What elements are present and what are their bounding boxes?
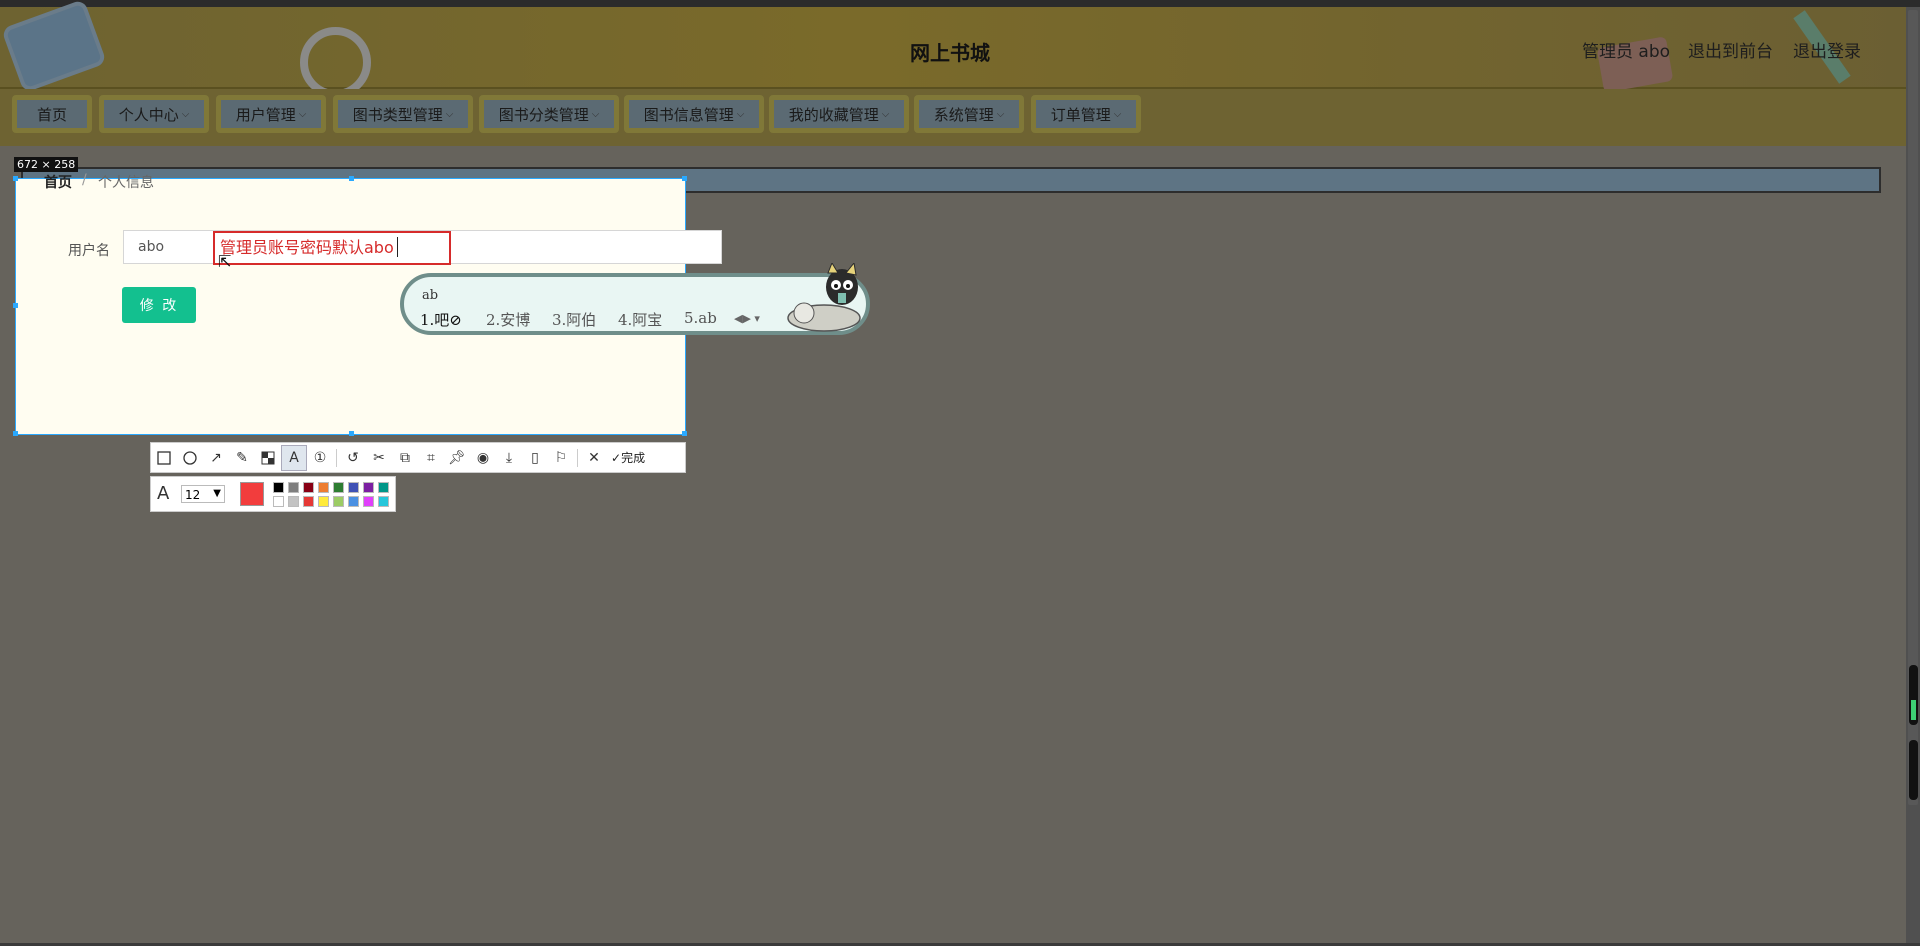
breadcrumb-current: 个人信息 <box>98 175 154 191</box>
selection-handle[interactable] <box>13 303 18 308</box>
mouse-pointer-icon: ⇱ <box>218 252 232 271</box>
selection-handle[interactable] <box>349 176 354 181</box>
breadcrumb-home[interactable]: 首页 <box>44 172 72 192</box>
chevron-down-icon: ⌵ <box>1113 108 1122 120</box>
chevron-down-icon: ⌵ <box>445 108 454 120</box>
ime-candidate[interactable]: 5.ab <box>684 309 717 327</box>
main-nav: 首页 个人中心 ⌵ 用户管理 ⌵ 图书类型管理 ⌵ 图书分类管理 ⌵ 图书信息管理 ⌵ 我… <box>0 89 1906 146</box>
rectangle-icon[interactable] <box>151 445 177 471</box>
side-widget[interactable] <box>1909 740 1918 800</box>
ime-candidate[interactable]: 4.阿宝 <box>618 309 662 330</box>
ime-candidate-window: ab 1.吧⊘ 2.安博 3.阿伯 4.阿宝 5.ab ◀▶ ▾ <box>400 263 870 335</box>
selection-handle[interactable] <box>349 431 354 436</box>
chevron-down-icon: ⌵ <box>736 108 745 120</box>
color-swatch[interactable] <box>318 482 329 493</box>
toolbar-divider <box>336 448 337 467</box>
bookmark-icon[interactable]: ⚐ <box>548 445 574 471</box>
chevron-down-icon: ⌵ <box>298 108 307 120</box>
window-top-border <box>0 0 1920 7</box>
modify-button[interactable]: 修 改 <box>122 287 196 323</box>
color-swatch[interactable] <box>363 482 374 493</box>
nav-item-book-info-management[interactable]: 图书信息管理 ⌵ <box>624 95 764 133</box>
text-icon[interactable]: A <box>281 444 307 471</box>
arrow-icon[interactable]: ↗ <box>203 445 229 471</box>
color-swatch[interactable] <box>288 496 299 507</box>
ime-page-arrows-icon[interactable]: ◀▶ ▾ <box>734 312 760 325</box>
chevron-down-icon: ⌵ <box>181 108 190 120</box>
breadcrumb-separator: / <box>82 172 87 188</box>
logout-link[interactable]: 退出登录 <box>1793 37 1861 62</box>
nav-item-user-management[interactable]: 用户管理 ⌵ <box>216 95 326 133</box>
chevron-down-icon: ⌵ <box>591 108 600 120</box>
pencil-icon[interactable]: ✎ <box>229 445 255 471</box>
ocr-icon[interactable]: ⌗ <box>418 445 444 471</box>
text-style-toolbar: A 12 ▼ <box>150 476 396 512</box>
username-label: 用户名 <box>68 243 110 259</box>
font-size-select[interactable]: 12 ▼ <box>181 485 225 503</box>
nav-item-order-management[interactable]: 订单管理 ⌵ <box>1031 95 1141 133</box>
site-header: 网上书城 管理员 abo 退出到前台 退出登录 <box>0 0 1906 98</box>
color-swatch[interactable] <box>303 482 314 493</box>
color-swatch[interactable] <box>288 482 299 493</box>
record-icon[interactable]: ◉ <box>470 445 496 471</box>
capture-size-label: 672 × 258 <box>14 157 79 172</box>
done-button[interactable]: ✓ 完成 <box>611 449 645 466</box>
color-swatch[interactable] <box>273 482 284 493</box>
pin-icon[interactable]: 📌︎ <box>444 445 470 471</box>
ime-candidate[interactable]: 1.吧⊘ <box>420 309 462 330</box>
save-icon[interactable]: ⤓ <box>496 445 522 471</box>
selection-handle[interactable] <box>13 176 18 181</box>
ime-candidate[interactable]: 2.安博 <box>486 309 530 330</box>
text-annotation-box[interactable]: 管理员账号密码默认abo <box>213 231 451 265</box>
header-decoration-tablet <box>1 0 107 93</box>
side-widget-indicator <box>1911 700 1916 720</box>
back-to-front-link[interactable]: 退出到前台 <box>1688 37 1773 62</box>
chevron-down-icon: ▼ <box>213 488 221 499</box>
admin-user-label: 管理员 abo <box>1582 42 1671 62</box>
translate-icon[interactable]: ⧉ <box>392 445 418 471</box>
color-swatch[interactable] <box>363 496 374 507</box>
color-swatch[interactable] <box>273 496 284 507</box>
undo-icon[interactable]: ↺ <box>340 445 366 471</box>
site-title: 网上书城 <box>910 41 990 65</box>
nav-item-system-management[interactable]: 系统管理 ⌵ <box>914 95 1024 133</box>
ime-mascot-icon <box>787 263 861 332</box>
text-caret <box>397 237 398 257</box>
check-icon: ✓ <box>611 450 622 465</box>
screenshot-toolbar: ↗ ✎ A ① ↺ ✂ ⧉ ⌗ 📌︎ ◉ ⤓ ▯ ⚐ ✕ ✓ 完成 <box>150 442 686 473</box>
color-swatch[interactable] <box>303 496 314 507</box>
nav-item-book-type-management[interactable]: 图书类型管理 ⌵ <box>333 95 473 133</box>
color-swatch[interactable] <box>333 482 344 493</box>
color-swatch[interactable] <box>348 496 359 507</box>
color-swatch[interactable] <box>378 482 389 493</box>
phone-icon[interactable]: ▯ <box>522 445 548 471</box>
number-icon[interactable]: ① <box>307 445 333 471</box>
nav-item-book-category-management[interactable]: 图书分类管理 ⌵ <box>479 95 619 133</box>
nav-item-home[interactable]: 首页 <box>12 95 92 133</box>
mosaic-icon[interactable] <box>255 445 281 471</box>
ellipse-icon[interactable] <box>177 445 203 471</box>
ime-candidate[interactable]: 3.阿伯 <box>552 309 596 330</box>
nav-item-personal-center[interactable]: 个人中心 ⌵ <box>99 95 209 133</box>
header-decoration-headphones <box>300 27 371 98</box>
color-swatch[interactable] <box>333 496 344 507</box>
color-swatch[interactable] <box>348 482 359 493</box>
color-swatch[interactable] <box>378 496 389 507</box>
selection-handle[interactable] <box>682 431 687 436</box>
selection-handle[interactable] <box>682 176 687 181</box>
selection-handle[interactable] <box>13 431 18 436</box>
chevron-down-icon: ⌵ <box>996 108 1005 120</box>
chevron-down-icon: ⌵ <box>881 108 890 120</box>
close-icon[interactable]: ✕ <box>581 445 607 471</box>
ime-composition: ab <box>422 288 439 303</box>
nav-item-favorites-management[interactable]: 我的收藏管理 ⌵ <box>769 95 909 133</box>
current-color-swatch[interactable] <box>240 482 264 506</box>
color-swatch[interactable] <box>318 496 329 507</box>
toolbar-divider <box>577 448 578 467</box>
cut-icon[interactable]: ✂ <box>366 445 392 471</box>
font-icon: A <box>157 483 170 504</box>
